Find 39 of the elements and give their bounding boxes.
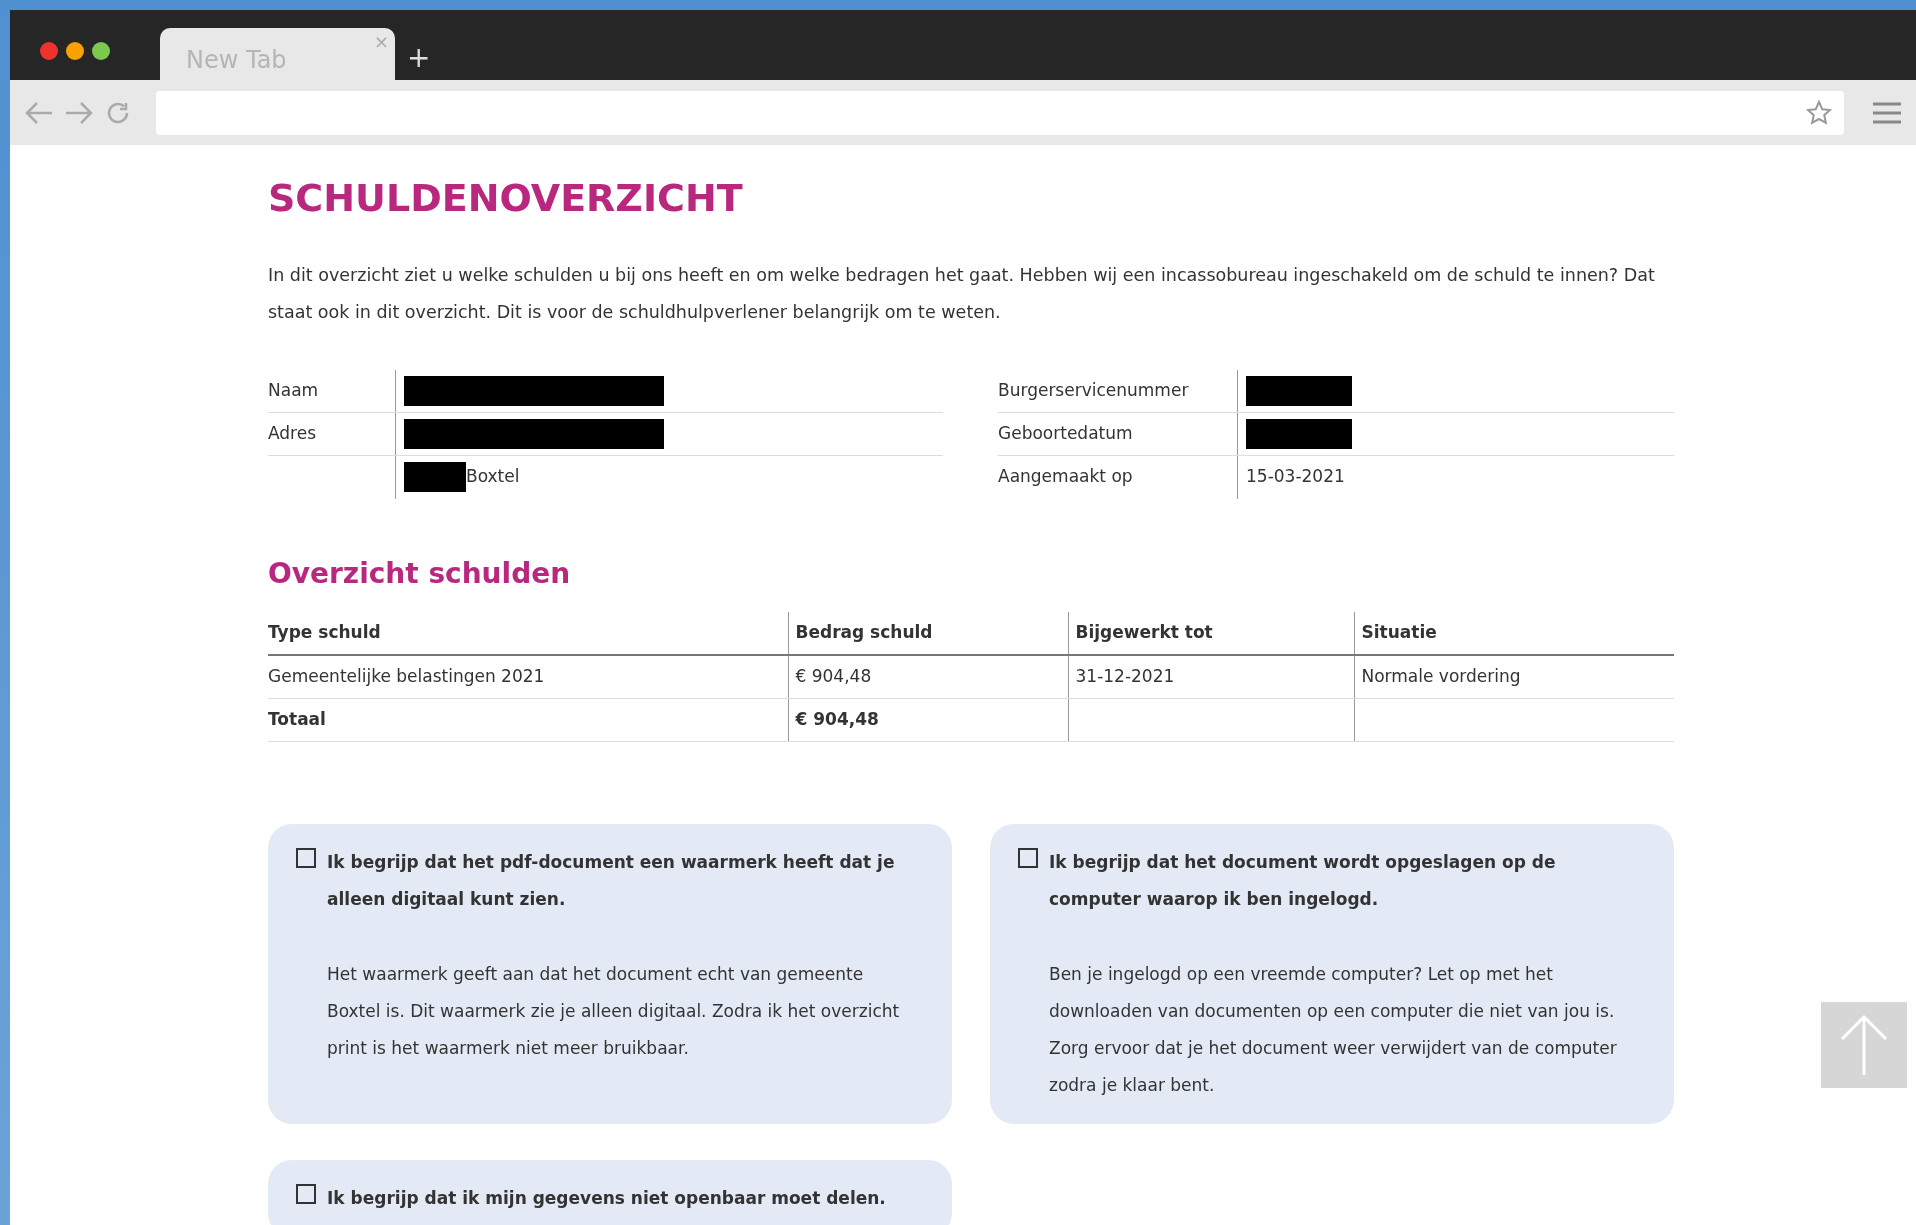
total-cell: Totaal <box>268 708 326 729</box>
field-label: Aangemaakt op <box>998 465 1133 489</box>
page-title: SCHULDENOVERZICHT <box>268 176 744 222</box>
column-header: Type schuld <box>268 612 788 656</box>
checkbox-label: Ik begrijp dat ik mijn gegevens niet openbaar moet delen. <box>327 1186 886 1210</box>
checkbox[interactable] <box>1018 847 1038 868</box>
table-cell: Normale vordering <box>1361 666 1521 687</box>
column-header: Situatie <box>1354 612 1674 656</box>
table-cell: 31-12-2021 <box>1075 666 1175 687</box>
table-cell: € 904,48 <box>795 666 872 687</box>
checkbox[interactable] <box>296 847 316 868</box>
intro-paragraph: In dit overzicht ziet u welke schulden u bij ons heeft en om welke bedragen het gaat. Hebben wij een incassobureau ingeschakeld om de schuld te innen? Dat staat ook in dit overzicht. Dit is voor de schuldhulpverlener belangrijk om te weten. <box>268 263 1656 324</box>
column-header: Bijgewerkt tot <box>1068 612 1354 656</box>
table-cell: Gemeentelijke belastingen 2021 <box>268 666 545 687</box>
field-label: Burgerservicenummer <box>998 378 1189 402</box>
window-control-icon[interactable] <box>40 42 58 60</box>
close-icon[interactable]: × <box>373 28 389 55</box>
window-control-icon[interactable] <box>66 42 84 60</box>
field-label: Geboortedatum <box>998 421 1133 445</box>
back-icon[interactable] <box>24 99 54 126</box>
field-value: Boxtel <box>466 465 520 489</box>
new-tab-icon[interactable]: + <box>407 44 431 72</box>
explanation-text: Ben je ingelogd op een vreemde computer? Let op met het downloaden van documenten op een computer die niet van jou is. Zorg ervoor dat je het document weer verwijdert van de computer zodra je klaar bent. <box>1049 962 1618 1097</box>
checkbox-label: Ik begrijp dat het document wordt opgeslagen op de computer waarop ik ben ingelogd. <box>1049 850 1557 911</box>
star-icon[interactable] <box>1806 99 1832 126</box>
column-header: Bedrag schuld <box>788 612 1068 656</box>
checkbox-label: Ik begrijp dat het pdf-document een waarmerk heeft dat je alleen digitaal kunt zien. <box>327 850 896 911</box>
checkbox[interactable] <box>296 1183 316 1204</box>
forward-icon[interactable] <box>64 99 94 126</box>
field-label: Adres <box>268 421 317 445</box>
total-cell: € 904,48 <box>795 708 879 729</box>
explanation-text: Het waarmerk geeft aan dat het document echt van gemeente Boxtel is. Dit waarmerk zie je alleen digitaal. Zodra ik het overzicht print is het waarmerk niet meer bruikbaar. <box>327 962 901 1060</box>
back-to-top-button[interactable] <box>1821 1002 1907 1088</box>
field-label: Naam <box>268 378 319 402</box>
field-value: 15-03-2021 <box>1246 465 1345 489</box>
window-control-icon[interactable] <box>92 42 110 60</box>
menu-icon[interactable] <box>1872 100 1902 125</box>
section-title: Overzicht schulden <box>268 556 572 591</box>
up-arrow-icon <box>1839 1013 1889 1077</box>
